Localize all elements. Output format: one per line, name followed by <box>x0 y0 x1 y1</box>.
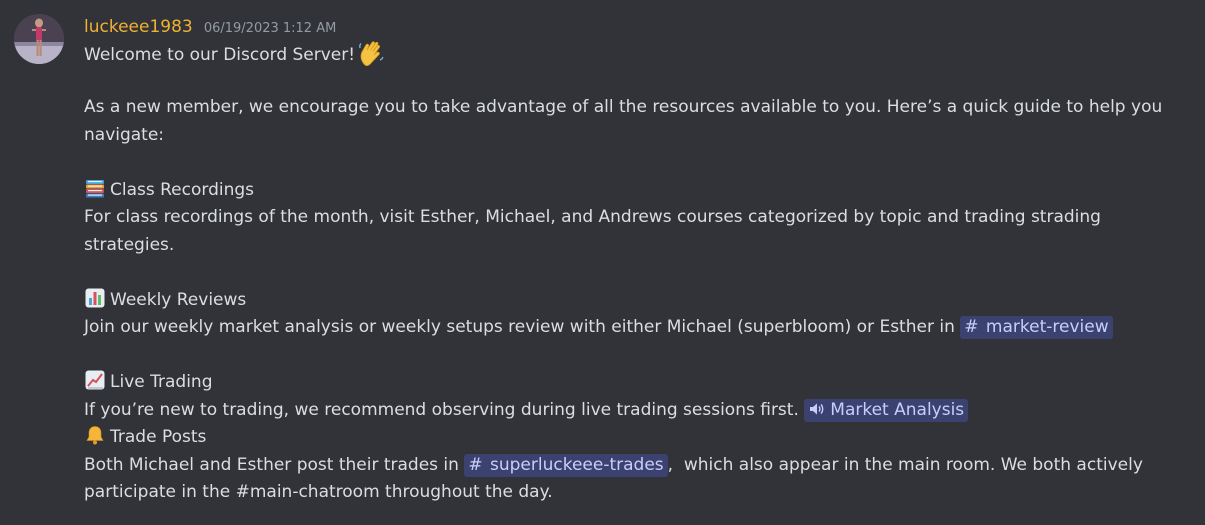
hash-icon: # <box>468 454 483 475</box>
section-title-trade-posts: Trade Posts <box>84 424 1184 452</box>
intro-text: Welcome to our Discord Server! <box>84 45 356 65</box>
channel-mention-market-review[interactable]: # market-review <box>960 316 1113 339</box>
channel-name: superluckeee-trades <box>489 454 664 475</box>
waving-hand-icon <box>357 39 385 67</box>
voice-channel-name: Market Analysis <box>830 399 965 420</box>
section-text: Join our weekly market analysis or weekl… <box>84 317 955 337</box>
chart-increasing-icon <box>84 369 106 391</box>
section-text: For class recordings of the month, visit… <box>84 207 1101 227</box>
section-title-live-trading: Live Trading <box>84 369 1184 397</box>
section-text: participate in the #main-chatroom throug… <box>84 482 553 502</box>
bar-chart-icon <box>84 287 106 309</box>
section-text: , which also appear in the main room. We… <box>667 454 1143 475</box>
username[interactable]: luckeee1983 <box>84 17 193 37</box>
channel-name: market-review <box>985 317 1109 337</box>
books-icon <box>84 177 106 199</box>
chat-message: luckeee1983 06/19/2023 1:12 AM Welcome t… <box>0 0 1205 525</box>
hash-icon: # <box>964 317 979 337</box>
bell-icon <box>84 424 106 446</box>
section-title: Live Trading <box>110 372 213 392</box>
section-title: Weekly Reviews <box>110 289 247 310</box>
channel-mention-superluckeee-trades[interactable]: # superluckeee-trades <box>464 453 668 477</box>
section-title-weekly-reviews: Weekly Reviews <box>84 287 1184 315</box>
section-title: Trade Posts <box>110 427 207 447</box>
timestamp[interactable]: 06/19/2023 1:12 AM <box>204 21 337 36</box>
speaker-icon <box>808 400 826 418</box>
message-content: Welcome to our Discord Server! As a new … <box>84 39 1184 507</box>
section-text-line: If you’re new to trading, we recommend o… <box>84 397 1184 425</box>
section-text-line: Join our weekly market analysis or weekl… <box>84 314 1184 342</box>
message-header: luckeee1983 06/19/2023 1:12 AM <box>84 15 336 39</box>
section-text: Both Michael and Esther post their trade… <box>84 454 459 475</box>
guide-line-1: As a new member, we encourage you to tak… <box>84 97 1163 117</box>
intro-line: Welcome to our Discord Server! <box>84 39 1184 67</box>
section-title: Class Recordings <box>110 179 255 200</box>
guide-line-2: navigate: <box>84 124 165 145</box>
avatar[interactable] <box>14 14 64 64</box>
section-title-class-recordings: Class Recordings <box>84 177 1184 205</box>
voice-channel-mention-market-analysis[interactable]: Market Analysis <box>804 398 969 422</box>
section-text: If you’re new to trading, we recommend o… <box>84 399 799 420</box>
section-text-line: Both Michael and Esther post their trade… <box>84 452 1184 480</box>
section-text: strategies. <box>84 234 175 255</box>
